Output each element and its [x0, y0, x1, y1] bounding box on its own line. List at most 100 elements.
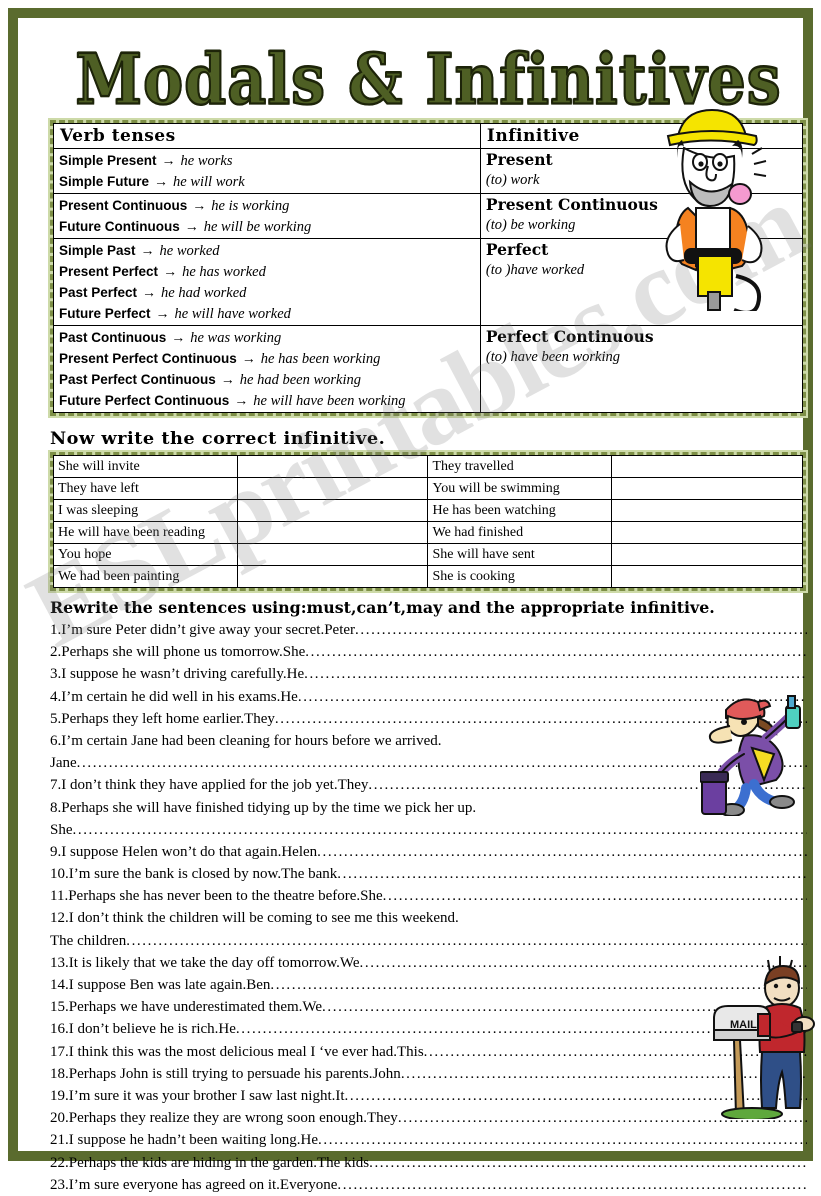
answer-blank-line[interactable]: ........................................… — [337, 866, 807, 882]
exercise2-answer-left[interactable] — [236, 543, 429, 566]
arrow-icon: → — [220, 372, 235, 388]
exercise3-sentence: 16.I don’t believe he is rich.He........… — [50, 1018, 807, 1040]
tense-example: he worked — [159, 243, 220, 259]
arrow-icon: → — [184, 219, 199, 235]
exercise3-sentence: The children............................… — [50, 930, 807, 952]
tense-line: Present Continuous → he is working — [59, 195, 475, 216]
tense-example: he was working — [190, 330, 282, 346]
construction-worker-clipart — [640, 96, 785, 315]
sentence-text: 23.I’m sure everyone has agreed on it.Ev… — [50, 1176, 338, 1193]
exercise2-prompt-left: We had been painting — [53, 565, 238, 588]
exercise2-answer-left[interactable] — [236, 521, 429, 544]
exercise2-answer-left[interactable] — [236, 477, 429, 500]
tense-name: Simple Future — [59, 174, 150, 189]
exercise3-sentence: 7.I don’t think they have applied for th… — [50, 774, 807, 796]
infinitive-value: (to) have been working — [485, 349, 621, 365]
sentence-text: 21.I suppose he hadn’t been waiting long… — [50, 1132, 319, 1149]
page-border: ESLprintables.com Modals & Infinitives V… — [8, 8, 821, 1193]
mailbox-label: MAIL — [730, 1019, 757, 1031]
exercise3-sentence: 20.Perhaps they realize they are wrong s… — [50, 1107, 807, 1129]
table-row: He will have been reading We had finished — [53, 521, 804, 544]
table-row: You hope She will have sent — [53, 543, 804, 566]
exercise2-answer-right[interactable] — [610, 543, 804, 566]
exercise2-prompt-right: She is cooking — [427, 565, 612, 588]
answer-blank-line[interactable]: ........................................… — [369, 1155, 807, 1171]
tense-group-row: Past Continuous → he was working Present … — [53, 325, 804, 413]
arrow-icon: → — [154, 174, 169, 190]
sentence-text: 11.Perhaps she has never been to the the… — [50, 888, 383, 905]
answer-blank-line[interactable]: ........................................… — [77, 755, 807, 771]
arrow-icon: → — [140, 243, 155, 259]
sentence-text: 4.I’m certain he did well in his exams.H… — [50, 688, 298, 705]
exercise3-sentence: 18.Perhaps John is still trying to persu… — [50, 1063, 807, 1085]
answer-blank-line[interactable]: ........................................… — [305, 644, 807, 660]
sentence-text: 16.I don’t believe he is rich.He — [50, 1021, 236, 1038]
exercise2-answer-left[interactable] — [236, 565, 429, 588]
answer-blank-line[interactable]: ........................................… — [317, 844, 807, 860]
sentence-text: 19.I’m sure it was your brother I saw la… — [50, 1087, 345, 1104]
arrow-icon: → — [171, 330, 186, 346]
exercise2-prompt-right: They travelled — [427, 455, 612, 478]
exercise3-sentence-list: 1.I’m sure Peter didn’t give away your s… — [50, 619, 807, 1196]
sentence-text: 3.I suppose he wasn’t driving carefully.… — [50, 666, 305, 683]
exercise2-answer-left[interactable] — [236, 455, 429, 478]
sentence-text: 6.I’m certain Jane had been cleaning for… — [50, 732, 442, 749]
table-row: I was sleeping He has been watching — [53, 499, 804, 522]
answer-blank-line[interactable]: ........................................… — [73, 822, 808, 838]
tense-example: he works — [180, 153, 233, 169]
arrow-icon: → — [161, 153, 176, 169]
tense-line: Past Continuous → he was working — [59, 327, 475, 348]
sentence-text: 13.It is likely that we take the day off… — [50, 954, 360, 971]
exercise3-sentence: 23.I’m sure everyone has agreed on it.Ev… — [50, 1174, 807, 1196]
answer-blank-line[interactable]: ........................................… — [126, 933, 807, 949]
exercise2-prompt-right: She will have sent — [427, 543, 612, 566]
sentence-text: 22.Perhaps the kids are hiding in the ga… — [50, 1154, 370, 1171]
answer-blank-line[interactable]: ........................................… — [318, 1132, 807, 1148]
tense-name: Present Perfect Continuous — [59, 351, 237, 366]
exercise2-answer-right[interactable] — [610, 477, 804, 500]
tense-name: Past Perfect — [59, 285, 138, 300]
tense-example: he has been working — [260, 351, 381, 367]
answer-blank-line[interactable]: ........................................… — [337, 1177, 807, 1193]
sentence-text: 10.I’m sure the bank is closed by now.Th… — [50, 866, 338, 883]
table-row: She will invite They travelled — [53, 455, 804, 478]
tense-example: he will be working — [203, 219, 312, 235]
tense-line: Future Perfect → he will have worked — [59, 303, 475, 324]
sentence-text: 9.I suppose Helen won’t do that again.He… — [50, 843, 318, 860]
exercise2-answer-right[interactable] — [610, 455, 804, 478]
exercise3-sentence: 21.I suppose he hadn’t been waiting long… — [50, 1129, 807, 1151]
tense-line: Simple Future → he will work — [59, 171, 475, 192]
tense-name: Future Perfect — [59, 306, 151, 321]
exercise2-answer-left[interactable] — [236, 499, 429, 522]
exercise2-answer-right[interactable] — [610, 499, 804, 522]
sentence-text: 8.Perhaps she will have finished tidying… — [50, 799, 477, 816]
sentence-text: 18.Perhaps John is still trying to persu… — [50, 1065, 401, 1082]
exercise2-prompt-left: You hope — [53, 543, 238, 566]
worksheet-page: ESLprintables.com Modals & Infinitives V… — [0, 0, 821, 1193]
answer-blank-line[interactable]: ........................................… — [383, 888, 807, 904]
exercise3-heading: Rewrite the sentences using:must,can’t,m… — [50, 598, 715, 617]
sentence-text: 7.I don’t think they have applied for th… — [50, 777, 369, 794]
exercise2-answer-right[interactable] — [610, 521, 804, 544]
tense-group-cell: Past Continuous → he was working Present … — [53, 325, 481, 413]
sentence-text: Jane — [50, 755, 77, 772]
exercise2-prompt-left: She will invite — [53, 455, 238, 478]
exercise2-answer-right[interactable] — [610, 565, 804, 588]
sentence-text: 12.I don’t think the children will be co… — [50, 910, 459, 927]
arrow-icon: → — [234, 393, 249, 409]
tense-example: he has worked — [182, 264, 266, 280]
exercise2-prompt-right: You will be swimming — [427, 477, 612, 500]
sentence-text: 5.Perhaps they left home earlier.They — [50, 710, 275, 727]
tense-example: he will have been working — [253, 393, 406, 409]
tense-line: Present Perfect → he has worked — [59, 261, 475, 282]
answer-blank-line[interactable]: ........................................… — [355, 622, 807, 638]
exercise3-sentence: 15.Perhaps we have underestimated them.W… — [50, 996, 807, 1018]
infinitive-title: Perfect Continuous — [485, 327, 654, 346]
tense-name: Future Perfect Continuous — [59, 393, 230, 408]
exercise3-sentence: 11.Perhaps she has never been to the the… — [50, 885, 807, 907]
exercise3-sentence: 2.Perhaps she will phone us tomorrow.She… — [50, 641, 807, 663]
sentence-text: 14.I suppose Ben was late again.Ben — [50, 977, 271, 993]
infinitive-group-cell: Perfect Continuous (to) have been working — [479, 325, 804, 413]
answer-blank-line[interactable]: ........................................… — [304, 666, 807, 682]
sentence-text: 17.I think this was the most delicious m… — [50, 1043, 424, 1060]
